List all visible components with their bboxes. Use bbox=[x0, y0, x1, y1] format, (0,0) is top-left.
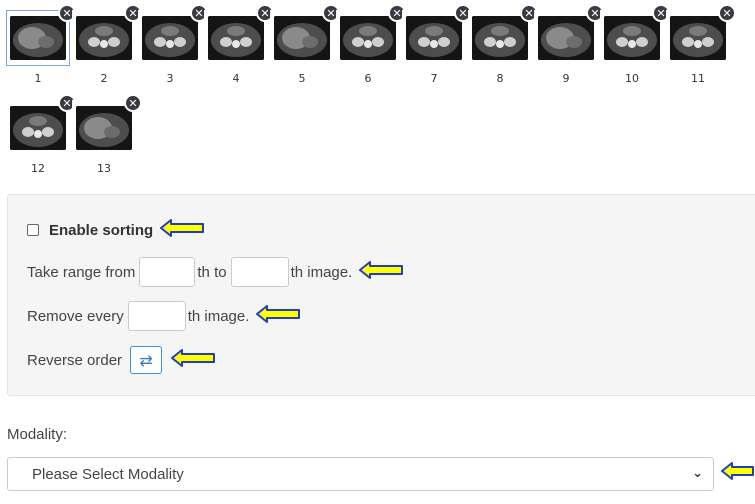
remove-every-input[interactable] bbox=[127, 301, 186, 331]
range-row: Take range from th to th image. bbox=[27, 257, 404, 287]
ct-scan-image bbox=[10, 106, 66, 150]
remove-row: Remove every th image. bbox=[27, 301, 301, 331]
reverse-order-label: Reverse order bbox=[27, 351, 123, 369]
close-icon[interactable]: ✕ bbox=[124, 94, 142, 112]
range-suffix-label: th image. bbox=[290, 263, 353, 281]
thumbnail-number: 11 bbox=[691, 72, 705, 85]
thumbnail-number: 9 bbox=[562, 72, 570, 85]
ct-scan-image bbox=[142, 16, 198, 60]
ct-scan-image bbox=[208, 16, 264, 60]
reverse-row: Reverse order ⇄ bbox=[27, 346, 216, 374]
thumbnail-number: 10 bbox=[625, 72, 639, 85]
ct-scan-image bbox=[472, 16, 528, 60]
modality-select[interactable]: Please Select Modality ⌄ bbox=[7, 457, 714, 491]
ct-scan-image bbox=[274, 16, 330, 60]
callout-arrow-icon bbox=[358, 261, 404, 283]
enable-sorting-row[interactable]: Enable sorting bbox=[27, 219, 205, 241]
ct-scan-image bbox=[670, 16, 726, 60]
ct-scan-image bbox=[538, 16, 594, 60]
thumbnail-number: 2 bbox=[100, 72, 108, 85]
thumbnail-number: 5 bbox=[298, 72, 306, 85]
close-icon[interactable]: ✕ bbox=[718, 4, 736, 22]
thumbnail-number: 4 bbox=[232, 72, 240, 85]
thumbnail-number: 7 bbox=[430, 72, 438, 85]
callout-arrow-icon bbox=[720, 462, 754, 485]
reverse-order-button[interactable]: ⇄ bbox=[130, 346, 163, 374]
ct-scan-image bbox=[76, 106, 132, 150]
thumbnail-number: 1 bbox=[34, 72, 42, 85]
modality-label: Modality: bbox=[7, 426, 68, 443]
ct-scan-image bbox=[10, 16, 66, 60]
ct-scan-image bbox=[406, 16, 462, 60]
swap-arrows-icon: ⇄ bbox=[139, 350, 153, 370]
remove-suffix-label: th image. bbox=[187, 307, 250, 325]
range-to-input[interactable] bbox=[230, 257, 289, 287]
thumbnail-number: 12 bbox=[31, 162, 45, 175]
ct-scan-image bbox=[604, 16, 660, 60]
thumbnail-number: 6 bbox=[364, 72, 372, 85]
range-from-input[interactable] bbox=[139, 257, 196, 287]
chevron-down-icon: ⌄ bbox=[692, 466, 703, 481]
callout-arrow-icon bbox=[159, 219, 205, 241]
ct-scan-image bbox=[76, 16, 132, 60]
thumbnail-strip: ✕ 1 ✕ 2 ✕ 3 ✕ 4 ✕ 5 ✕ 6 ✕ 7 ✕ 8 ✕ 9 ✕ 10 ✕ 11 ✕ 12 ✕ 13 bbox=[0, 0, 755, 185]
thumbnail-number: 3 bbox=[166, 72, 174, 85]
thumbnail-number: 13 bbox=[97, 162, 111, 175]
range-mid-label: th to bbox=[197, 263, 227, 281]
modality-selected-value: Please Select Modality bbox=[32, 465, 184, 483]
callout-arrow-icon bbox=[170, 349, 216, 371]
enable-sorting-label[interactable]: Enable sorting bbox=[49, 222, 153, 239]
sorting-panel: Enable sorting Take range from th to th … bbox=[7, 194, 755, 396]
ct-scan-image bbox=[340, 16, 396, 60]
thumbnail-number: 8 bbox=[496, 72, 504, 85]
range-prefix-label: Take range from bbox=[27, 263, 136, 281]
remove-prefix-label: Remove every bbox=[27, 307, 124, 325]
callout-arrow-icon bbox=[255, 305, 301, 327]
enable-sorting-checkbox[interactable] bbox=[27, 224, 39, 236]
